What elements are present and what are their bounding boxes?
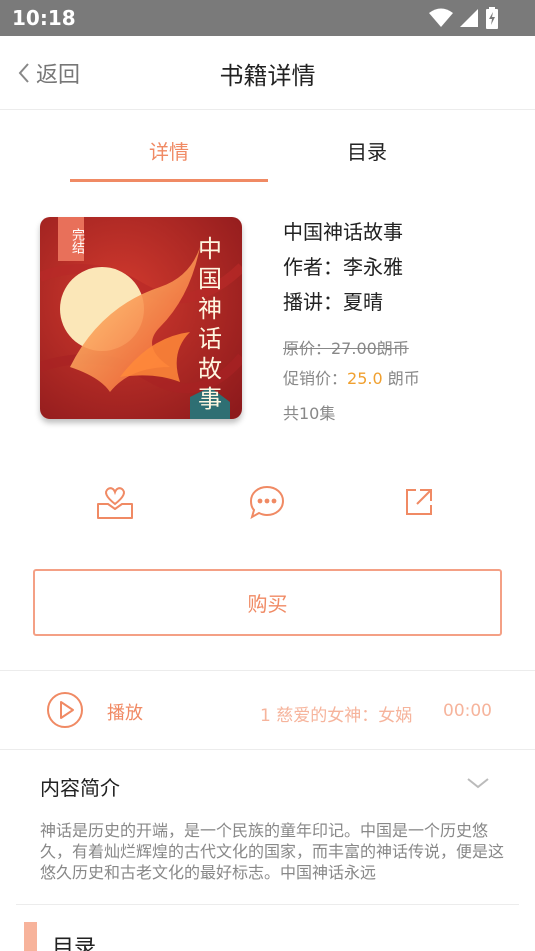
- promo-price-value: 25.0: [347, 369, 383, 388]
- comment-icon: [249, 485, 285, 520]
- tab-detail[interactable]: 详情: [70, 110, 268, 184]
- status-icons: [429, 7, 499, 29]
- tab-active-indicator: [70, 179, 268, 182]
- status-bar: 10:18: [0, 0, 535, 36]
- completed-badge: 完结: [58, 217, 84, 261]
- nav-bar: 返回 书籍详情: [0, 36, 535, 110]
- wifi-icon: [429, 8, 453, 27]
- comment-button[interactable]: [247, 482, 287, 522]
- original-price: 原价：27.00朗币: [283, 339, 409, 358]
- play-icon[interactable]: [46, 691, 84, 729]
- svg-text:故: 故: [198, 355, 222, 383]
- svg-text:中: 中: [198, 235, 222, 263]
- svg-text:神: 神: [198, 295, 222, 323]
- player-row: 播放 1 慈爱的女神：女娲 00:00: [0, 671, 535, 749]
- episode-count: 共10集: [283, 404, 336, 423]
- track-time: 00:00: [443, 701, 492, 721]
- book-narrator: 播讲：夏晴: [283, 290, 383, 314]
- promo-price: 促销价：25.0 朗币: [283, 365, 420, 389]
- tab-detail-label: 详情: [149, 140, 189, 164]
- divider: [0, 749, 535, 750]
- book-info: 中国神话故事 作者：李永雅 播讲：夏晴: [283, 217, 523, 322]
- svg-text:事: 事: [198, 385, 222, 413]
- section-marker: [24, 922, 37, 951]
- share-button[interactable]: [399, 482, 439, 522]
- tab-bar: 详情 目录: [0, 110, 535, 184]
- summary-text: 神话是历史的开端，是一个民族的童年印记。中国是一个历史悠久，有着灿烂辉煌的古代文…: [40, 821, 504, 882]
- svg-text:话: 话: [198, 325, 222, 353]
- page-title: 书籍详情: [219, 62, 316, 90]
- share-icon: [406, 489, 432, 515]
- play-button[interactable]: 播放: [107, 699, 143, 725]
- status-time: 10:18: [12, 6, 76, 30]
- book-cover: 中 国 神 话 故 事 完结: [40, 217, 242, 419]
- promo-price-label: 促销价：: [283, 369, 348, 388]
- signal-icon: [460, 9, 478, 27]
- battery-icon: [486, 7, 498, 29]
- catalog-section-title: 目录: [52, 936, 97, 951]
- favorite-icon: [97, 487, 133, 519]
- favorite-button[interactable]: [95, 482, 135, 522]
- buy-button[interactable]: 购买: [33, 569, 502, 636]
- tab-catalog-label: 目录: [347, 140, 387, 164]
- svg-text:国: 国: [198, 265, 222, 293]
- divider: [16, 904, 519, 905]
- book-author: 作者：李永雅: [283, 255, 403, 279]
- current-track[interactable]: 1 慈爱的女神：女娲: [260, 701, 412, 726]
- tab-catalog[interactable]: 目录: [268, 110, 466, 184]
- book-title: 中国神话故事: [283, 220, 403, 244]
- promo-price-unit: 朗币: [382, 369, 420, 388]
- chevron-down-icon[interactable]: [466, 776, 490, 790]
- summary-title: 内容简介: [40, 776, 120, 800]
